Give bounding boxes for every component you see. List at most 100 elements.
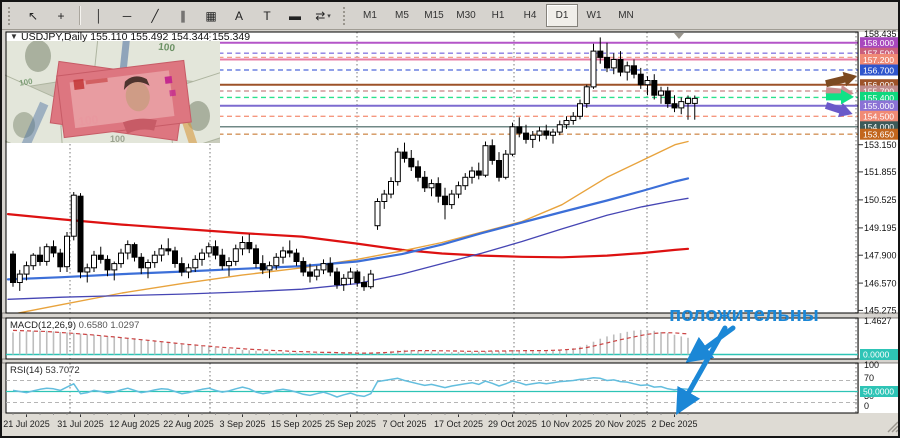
candle-bull [428, 183, 435, 189]
candle-bull [502, 153, 509, 178]
candle-bull [43, 246, 50, 262]
timeframe-M5-button[interactable]: M5 [386, 4, 418, 27]
candle-bear [57, 252, 64, 268]
tool-cursor-button[interactable]: ↖ [19, 4, 47, 27]
tool-arrows-button[interactable]: ⇄ ▾ [309, 4, 337, 27]
date-label: 3 Sep 2025 [219, 419, 265, 429]
date-label: 31 Jul 2025 [57, 419, 104, 429]
tool-label-button[interactable]: T [253, 4, 281, 27]
rsi-scale-label: 70 [864, 373, 874, 383]
timeframe-H4-button[interactable]: H4 [514, 4, 546, 27]
candle-bull [509, 126, 516, 155]
candle-bull [226, 261, 232, 267]
tool-shapes-button[interactable]: ▬ [281, 4, 309, 27]
timeframe-W1-button[interactable]: W1 [578, 4, 610, 27]
candle-bull [529, 134, 536, 140]
candle-bull [239, 242, 246, 250]
fibonacci-icon: ▦ [205, 8, 217, 23]
candle-bull [16, 273, 23, 284]
candle-bull [124, 244, 131, 254]
timeframe-M15-button[interactable]: M15 [418, 4, 450, 27]
annotation-text[interactable]: положительны [669, 304, 819, 326]
candle-bear [37, 254, 43, 262]
candle-bear [286, 250, 293, 254]
svg-text:100: 100 [78, 112, 100, 128]
tool-text-button[interactable]: A [225, 4, 253, 27]
candle-bear [415, 166, 421, 178]
candle-bear [637, 73, 644, 86]
timeframe-M1-button[interactable]: M1 [354, 4, 386, 27]
candle-bear [401, 151, 408, 159]
candle-bull [577, 103, 583, 117]
candle-bull [590, 50, 597, 88]
rsi-scale-label: 0 [864, 401, 869, 411]
candle-bear [138, 256, 145, 269]
candle-bear [496, 160, 502, 178]
candle-bear [604, 56, 610, 69]
candle-bull [280, 250, 286, 258]
macd-scale-max: 1.4627 [864, 316, 892, 326]
date-label: 25 Sep 2025 [325, 419, 376, 429]
macd-zero-badge-label: 0.0000 [863, 350, 890, 360]
candle-bear [597, 50, 604, 58]
timeframe-H1-button[interactable]: H1 [482, 4, 514, 27]
candle-bull [273, 256, 280, 267]
tool-fibonacci-button[interactable]: ▦ [197, 4, 225, 27]
vertical-line-icon: │ [95, 8, 103, 23]
channel-icon: ∥ [180, 8, 186, 23]
candle-bull [91, 254, 97, 269]
tool-channel-button[interactable]: ∥ [169, 4, 197, 27]
candle-bull [118, 252, 124, 265]
candle-bull [205, 246, 212, 254]
candle-bear [300, 261, 307, 273]
shapes-icon: ▬ [289, 8, 301, 23]
candle-bull [64, 235, 70, 268]
price-tick-label: 147.900 [864, 250, 897, 260]
candle-bull [320, 263, 327, 271]
candle-bear [408, 157, 415, 168]
tool-horizontal-line-button[interactable]: ─ [113, 4, 141, 27]
price-tick-label: 151.855 [864, 167, 897, 177]
candle-bear [219, 254, 226, 267]
candle-bear [617, 59, 624, 73]
candle-bear [50, 246, 57, 254]
toolbar-drag-handle[interactable] [8, 6, 14, 25]
symbol-dropdown-icon[interactable]: ▼ [10, 32, 18, 41]
candle-bull [374, 201, 381, 227]
candle-bear [10, 253, 16, 284]
terminal-window: ↖ + │ ─ ╱ ∥ ▦ A T ▬ ⇄ ▾ M1 M5 M15 M30 H1 H4 D1 W1 MN 100 100… [0, 0, 900, 438]
timeframe-MN-button[interactable]: MN [610, 4, 642, 27]
date-label: 22 Aug 2025 [163, 419, 214, 429]
date-label: 12 Aug 2025 [109, 419, 160, 429]
candle-bull [536, 130, 543, 136]
tool-crosshair-button[interactable]: + [47, 4, 75, 27]
candle-bear [97, 254, 104, 260]
tool-trendline-button[interactable]: ╱ [141, 4, 169, 27]
candle-bear [307, 271, 313, 277]
panel-splitter[interactable] [2, 358, 900, 364]
candle-bull [84, 267, 91, 273]
candle-bull [192, 258, 199, 269]
horizontal-line-icon: ─ [122, 8, 132, 23]
tool-vertical-line-button[interactable]: │ [85, 4, 113, 27]
timeframe-D1-button[interactable]: D1 [546, 4, 578, 27]
svg-text:100: 100 [110, 134, 125, 144]
price-tick-label: 150.525 [864, 195, 897, 205]
candle-bull [151, 254, 158, 264]
candle-bull [266, 265, 273, 271]
date-label: 20 Nov 2025 [595, 419, 646, 429]
candle-bear [651, 80, 658, 96]
candle-bull [347, 271, 354, 279]
candle-bull [30, 254, 37, 267]
candle-bear [327, 263, 334, 273]
candle-bull [482, 145, 489, 176]
toolbar-drag-handle[interactable] [343, 6, 349, 25]
candle-bear [131, 244, 138, 258]
level-badge-label: 156.700 [863, 65, 894, 75]
timeframe-M30-button[interactable]: M30 [450, 4, 482, 27]
candle-bull [232, 248, 239, 262]
price-tick-label: 145.275 [864, 306, 897, 316]
rsi-label: RSI(14) 53.7072 [10, 365, 80, 376]
price-tick-label: 153.150 [864, 140, 897, 150]
candle-bear [421, 176, 428, 189]
